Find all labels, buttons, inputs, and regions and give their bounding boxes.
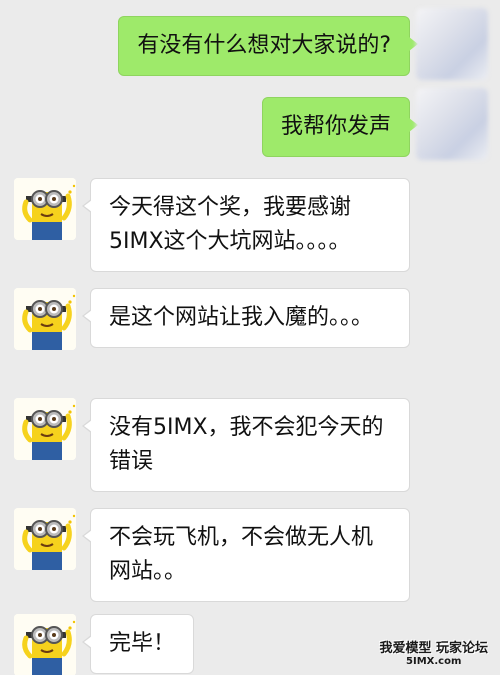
minion-icon xyxy=(14,178,76,240)
user-avatar[interactable] xyxy=(416,88,488,160)
minion-icon xyxy=(14,508,76,570)
user-avatar[interactable] xyxy=(416,8,488,80)
minion-avatar[interactable] xyxy=(14,614,76,675)
message-text: 我帮你发声 xyxy=(280,114,391,139)
message-text: 没有5IMX，我不会犯今天的错误 xyxy=(109,415,384,474)
message-text: 有没有什么想对大家说的? xyxy=(137,33,391,58)
minion-avatar[interactable] xyxy=(14,508,76,570)
minion-avatar[interactable] xyxy=(14,398,76,460)
incoming-message[interactable]: 今天得这个奖，我要感谢5IMX这个大坑网站。。。。 xyxy=(82,178,410,272)
chat-area: 有没有什么想对大家说的? 我帮你发声 今天得这个奖，我要感谢5IMX这个大坑网站… xyxy=(0,0,500,675)
site-watermark: 我爱模型 玩家论坛 5IMX.com xyxy=(379,637,488,667)
minion-icon xyxy=(14,614,76,675)
message-text: 今天得这个奖，我要感谢5IMX这个大坑网站。。。。 xyxy=(109,195,352,254)
minion-avatar[interactable] xyxy=(14,178,76,240)
watermark-url: 5IMX.com xyxy=(406,656,462,667)
outgoing-message[interactable]: 我帮你发声 xyxy=(261,97,419,157)
outgoing-message[interactable]: 有没有什么想对大家说的? xyxy=(118,16,418,76)
minion-icon xyxy=(14,398,76,460)
watermark-title: 我爱模型 玩家论坛 xyxy=(379,641,488,656)
incoming-message[interactable]: 是这个网站让我入魔的。。。 xyxy=(82,288,410,348)
message-text: 不会玩飞机，不会做无人机网站。。 xyxy=(109,525,374,584)
message-text: 是这个网站让我入魔的。。。 xyxy=(109,305,374,330)
minion-avatar[interactable] xyxy=(14,288,76,350)
incoming-message[interactable]: 没有5IMX，我不会犯今天的错误 xyxy=(82,398,410,492)
message-text: 完毕！ xyxy=(109,631,176,656)
incoming-message[interactable]: 不会玩飞机，不会做无人机网站。。 xyxy=(82,508,410,602)
minion-icon xyxy=(14,288,76,350)
incoming-message[interactable]: 完毕！ xyxy=(82,614,194,674)
